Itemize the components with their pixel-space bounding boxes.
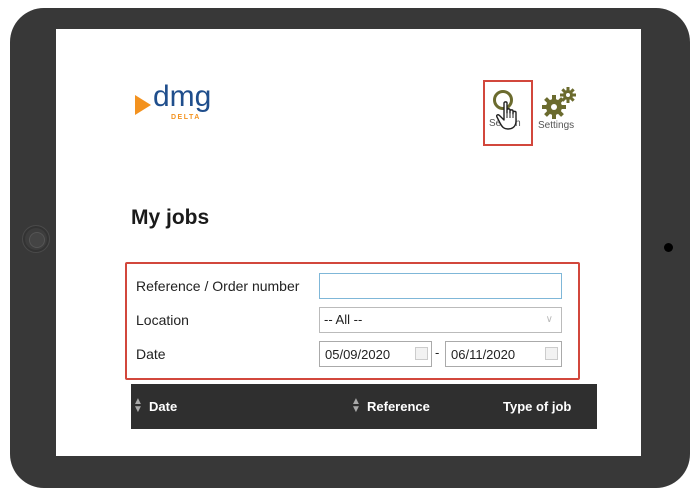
jobs-table-header: ▲ ▼ Date ▲ ▼ Reference Type of job: [131, 384, 597, 429]
reference-label: Reference / Order number: [136, 278, 300, 294]
settings-nav-button[interactable]: Settings: [536, 85, 584, 135]
calendar-icon[interactable]: [545, 347, 558, 360]
date-to-value: 06/11/2020: [451, 347, 516, 362]
logo-arrow-icon: [135, 95, 151, 115]
column-header-type-of-job[interactable]: Type of job: [503, 399, 571, 414]
date-from-value: 05/09/2020: [325, 347, 391, 362]
location-label: Location: [136, 312, 189, 328]
camera-icon: [22, 225, 50, 253]
dmg-logo[interactable]: dmg DELTA: [133, 79, 243, 131]
date-separator: -: [435, 345, 440, 360]
page-title: My jobs: [131, 206, 210, 229]
hand-cursor-icon: [496, 101, 517, 130]
logo-text: dmg: [153, 80, 212, 113]
settings-nav-label: Settings: [538, 120, 575, 131]
gears-icon: [542, 87, 576, 119]
date-from-input[interactable]: 05/09/2020: [319, 341, 432, 367]
calendar-icon[interactable]: [415, 347, 428, 360]
location-select-value: -- All --: [324, 312, 363, 327]
sort-icon[interactable]: ▲ ▼: [351, 397, 361, 415]
date-to-input[interactable]: 06/11/2020: [445, 341, 562, 367]
sort-icon[interactable]: ▲ ▼: [133, 397, 143, 415]
column-header-date[interactable]: Date: [149, 399, 177, 414]
column-header-reference[interactable]: Reference: [367, 399, 430, 414]
location-select[interactable]: -- All -- ∨: [319, 307, 562, 333]
date-label: Date: [136, 346, 166, 362]
chevron-down-icon: ∨: [545, 314, 553, 325]
reference-input[interactable]: [319, 273, 562, 299]
home-button: [664, 243, 673, 252]
logo-subtext: DELTA: [171, 114, 201, 121]
